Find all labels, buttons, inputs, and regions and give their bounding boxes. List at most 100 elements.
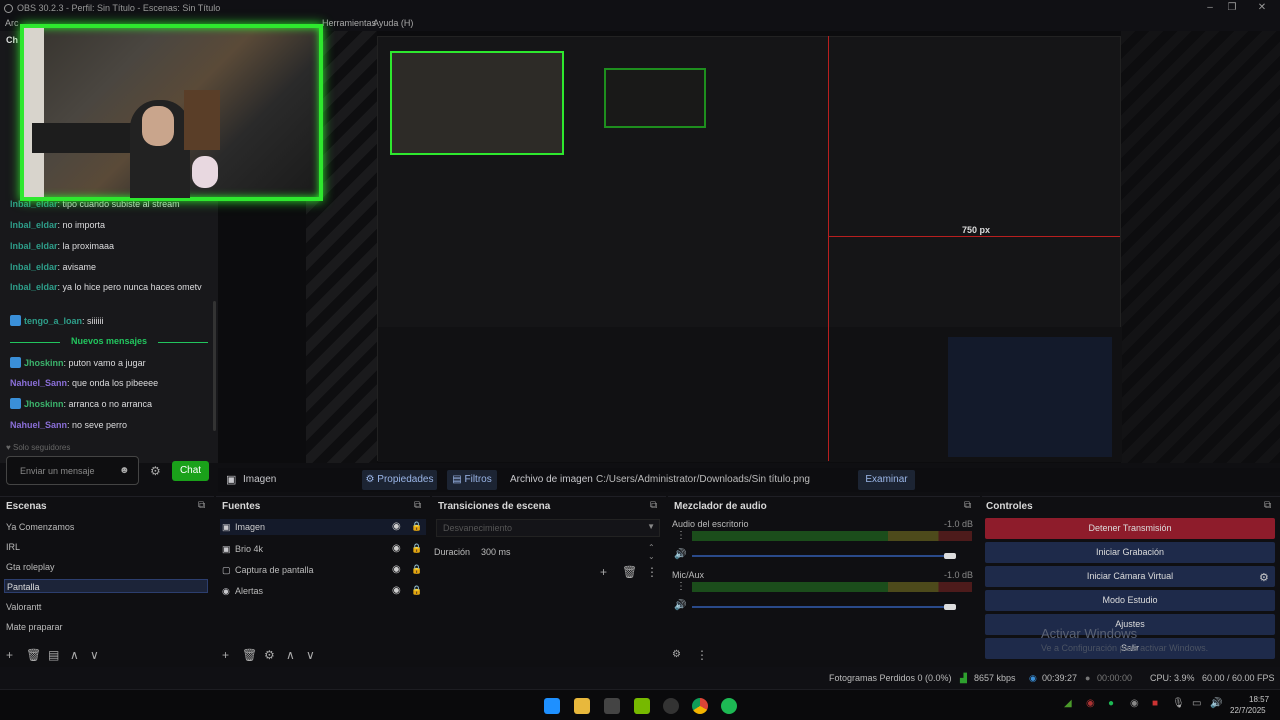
volume-slider[interactable] (692, 606, 954, 608)
duration-input[interactable]: 300 ms (481, 547, 511, 557)
maximize-icon[interactable]: ❐ (1220, 0, 1244, 16)
signal-icon: ▟ (960, 673, 967, 683)
preview-background (1121, 31, 1280, 463)
mic-icon[interactable]: 🎙 (1172, 698, 1185, 709)
tray-icon[interactable]: ◉ (1086, 698, 1095, 709)
tray-icon[interactable]: ● (1108, 698, 1114, 709)
studio-mode-button[interactable]: Modo Estudio (985, 590, 1275, 611)
menu-item-herramientas[interactable]: Herramientas (322, 18, 376, 28)
undock-icon[interactable]: ⧉ (1264, 500, 1271, 511)
guide-line-horizontal (828, 236, 1120, 237)
add-icon[interactable]: + (6, 648, 13, 662)
new-messages-divider: Nuevos mensajes (10, 336, 208, 348)
volume-icon[interactable]: 🔊 (1210, 698, 1222, 709)
source-item[interactable]: Brio 4k (235, 544, 263, 554)
channel-name: Audio del escritorio (672, 519, 749, 529)
stream-time: 00:39:27 (1042, 673, 1078, 683)
lock-icon[interactable]: 🔒 (411, 543, 422, 554)
image-path-field[interactable]: C:/Users/Administrator/Downloads/Sin tít… (596, 474, 810, 485)
taskbar-time[interactable]: 18:57 (1249, 695, 1269, 704)
chat-send-button[interactable]: Chat (172, 461, 209, 481)
browse-button[interactable]: Examinar (858, 470, 915, 490)
filter-icon[interactable]: ▤ (48, 648, 59, 662)
stop-stream-button[interactable]: Detener Transmisión (985, 518, 1275, 539)
webcam-shelf (184, 90, 220, 150)
gear-icon[interactable]: ⚙ (150, 464, 161, 478)
undock-icon[interactable]: ⧉ (964, 500, 971, 511)
volume-meter (692, 531, 972, 541)
gear-icon[interactable]: ⚙ (264, 648, 275, 662)
undock-icon[interactable]: ⧉ (650, 500, 657, 511)
scene-item[interactable]: Ya Comenzamos (6, 522, 74, 532)
source-item[interactable]: Imagen (235, 522, 265, 532)
emote-icon[interactable]: ☻ (119, 465, 130, 476)
audio-settings-icon[interactable]: ⚙ (672, 649, 681, 660)
menu-item-ayuda[interactable]: Ayuda (H) (373, 18, 413, 28)
chat-message: Nahuel_Sann: no seve perro (10, 420, 128, 430)
virtual-camera-button[interactable]: Iniciar Cámara Virtual (985, 566, 1275, 587)
volume-slider[interactable] (692, 555, 954, 557)
network-icon[interactable]: ▭ (1192, 698, 1201, 709)
transition-select[interactable]: Desvanecimiento ▼ (436, 519, 660, 537)
more-icon[interactable]: ⋮ (696, 648, 708, 662)
filters-button[interactable]: ▤ Filtros (447, 470, 497, 490)
start-recording-button[interactable]: Iniciar Grabación (985, 542, 1275, 563)
speaker-icon[interactable]: 🔊 (674, 600, 686, 611)
chevron-down-icon[interactable]: ∨ (306, 648, 315, 662)
lock-icon[interactable]: 🔒 (411, 564, 422, 575)
more-icon[interactable]: ⋮ (676, 530, 686, 541)
spotify-icon[interactable] (721, 698, 737, 714)
scene-item[interactable]: Gta roleplay (6, 562, 55, 572)
monitor-icon: ▢ (222, 565, 231, 575)
properties-button[interactable]: ⚙ Propiedades (362, 470, 437, 490)
nvidia-icon[interactable] (634, 698, 650, 714)
lock-icon[interactable]: 🔒 (411, 585, 422, 596)
chevron-down-icon[interactable]: ∨ (90, 648, 99, 662)
scene-item-selected[interactable]: Pantalla (4, 579, 208, 593)
taskbar-date[interactable]: 22/7/2025 (1230, 706, 1266, 715)
file-explorer-icon[interactable] (574, 698, 590, 714)
close-icon[interactable]: ✕ (1250, 0, 1274, 16)
stepper-icon[interactable]: ⌃ ⌄ (648, 543, 655, 561)
chevron-up-icon[interactable]: ∧ (286, 648, 295, 662)
eye-icon[interactable]: ◉ (392, 521, 401, 532)
trash-icon[interactable]: 🗑 (242, 648, 257, 662)
eye-icon[interactable]: ◉ (392, 585, 401, 596)
chrome-icon[interactable] (692, 698, 708, 714)
minimize-icon[interactable]: – (1198, 0, 1222, 16)
volume-knob[interactable] (944, 604, 956, 610)
chat-message: Nahuel_Sann: que onda los pibeeee (10, 378, 159, 388)
windows-start-icon[interactable] (544, 698, 560, 714)
tray-icon[interactable]: ◢ (1064, 698, 1072, 709)
more-icon[interactable]: ⋮ (646, 565, 658, 579)
source-item[interactable]: Alertas (235, 586, 263, 596)
chevron-up-icon[interactable]: ∧ (70, 648, 79, 662)
source-item[interactable]: Captura de pantalla (235, 565, 314, 575)
scene-item[interactable]: IRL (6, 542, 20, 552)
tray-icon[interactable]: ■ (1152, 698, 1158, 709)
undock-icon[interactable]: ⧉ (414, 500, 421, 511)
scene-item[interactable]: Valorantt (6, 602, 41, 612)
chat-input[interactable]: Enviar un mensaje ☻ (6, 456, 139, 485)
scene-item[interactable]: Mate praparar (6, 622, 63, 632)
obs-icon[interactable] (663, 698, 679, 714)
gear-icon[interactable]: ⚙ (1259, 571, 1269, 584)
chat-scrollbar[interactable] (213, 301, 216, 431)
badge-icon (10, 315, 21, 326)
volume-knob[interactable] (944, 553, 956, 559)
trash-icon[interactable]: 🗑 (622, 565, 637, 579)
camera-icon: ▣ (222, 544, 231, 554)
tray-icon[interactable]: ◉ (1130, 698, 1139, 709)
more-icon[interactable]: ⋮ (676, 581, 686, 592)
eye-icon[interactable]: ◉ (392, 564, 401, 575)
eye-icon[interactable]: ◉ (392, 543, 401, 554)
app-icon[interactable] (604, 698, 620, 714)
menu-item-archivo[interactable]: Arc (5, 18, 19, 28)
add-icon[interactable]: + (600, 565, 607, 579)
speaker-icon[interactable]: 🔊 (674, 549, 686, 560)
trash-icon[interactable]: 🗑 (26, 648, 41, 662)
undock-icon[interactable]: ⧉ (198, 500, 205, 511)
duration-label: Duración (434, 547, 471, 557)
add-icon[interactable]: + (222, 648, 229, 662)
lock-icon[interactable]: 🔒 (411, 521, 422, 532)
